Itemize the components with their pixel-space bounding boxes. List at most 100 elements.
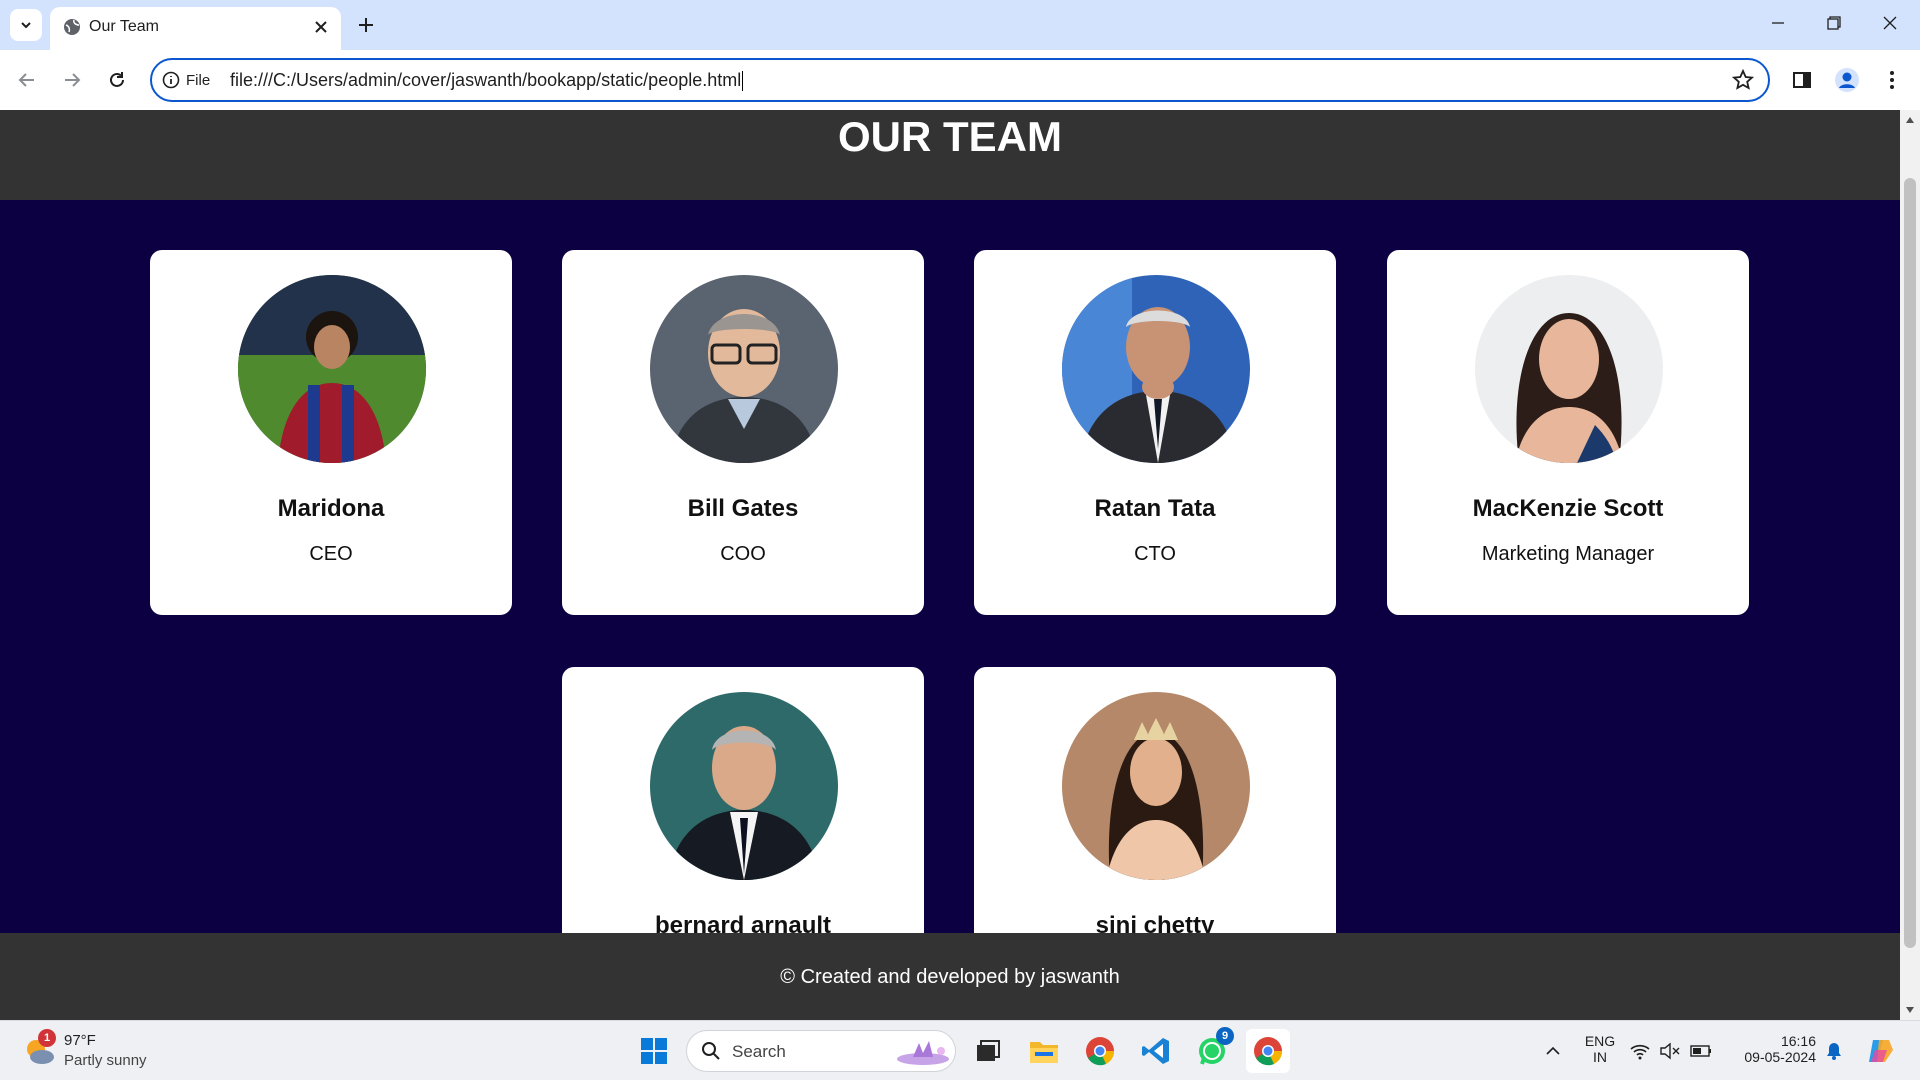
avatar-photo — [238, 275, 426, 463]
wifi-volume-battery-icon — [1630, 1042, 1711, 1060]
clock[interactable]: 16:16 09-05-2024 — [1730, 1033, 1816, 1065]
page-footer: © Created and developed by jaswanth — [0, 933, 1900, 1020]
copilot-icon — [1869, 1040, 1893, 1062]
task-view-icon — [977, 1040, 1000, 1061]
info-icon — [162, 71, 180, 89]
tab-title: Our Team — [89, 18, 159, 35]
whatsapp-badge: 9 — [1216, 1027, 1234, 1045]
page-viewport: OUR TEAM Maridona CEO Bill Gates COO Rat… — [0, 110, 1900, 1020]
avatar-photo — [650, 275, 838, 463]
scroll-down-icon[interactable] — [1905, 1006, 1915, 1014]
arrow-left-icon — [18, 73, 34, 87]
chrome-active-window-button[interactable] — [1246, 1029, 1290, 1073]
start-button[interactable] — [632, 1029, 676, 1073]
site-info-chip[interactable]: File — [162, 67, 210, 93]
task-view-button[interactable] — [966, 1029, 1010, 1073]
clock-time: 16:16 — [1780, 1033, 1816, 1049]
tab-our-team[interactable]: Our Team — [50, 7, 341, 50]
file-explorer-button[interactable] — [1022, 1029, 1066, 1073]
restore-button[interactable] — [1806, 0, 1862, 46]
side-panel-icon — [1793, 72, 1811, 88]
profile-button[interactable] — [1832, 65, 1862, 95]
vertical-scrollbar[interactable] — [1900, 110, 1920, 1020]
search-icon — [702, 1042, 720, 1060]
address-bar[interactable]: File file:///C:/Users/admin/cover/jaswan… — [150, 58, 1770, 102]
member-name: MacKenzie Scott — [1472, 495, 1664, 522]
forward-button[interactable] — [57, 65, 87, 95]
member-role: CTO — [1134, 543, 1176, 565]
team-card-mackenzie-scott: MacKenzie Scott Marketing Manager — [1387, 250, 1749, 615]
chevron-up-icon — [1546, 1046, 1560, 1055]
team-card-ratan-tata: Ratan Tata CTO — [974, 250, 1336, 615]
search-highlight-icon — [897, 1041, 949, 1065]
folder-icon — [1030, 1042, 1058, 1063]
whatsapp-button[interactable]: 9 — [1190, 1027, 1234, 1073]
language-code: ENG — [1584, 1033, 1616, 1049]
reload-icon — [110, 72, 124, 87]
site-info-label: File — [186, 71, 211, 89]
vscode-icon — [1142, 1038, 1169, 1064]
notifications-button[interactable] — [1814, 1029, 1854, 1073]
more-vert-icon — [1890, 71, 1894, 89]
browser-menu-button[interactable] — [1877, 65, 1907, 95]
member-name: Ratan Tata — [1094, 495, 1216, 522]
copilot-button[interactable] — [1858, 1029, 1902, 1073]
reload-button[interactable] — [102, 65, 132, 95]
member-name: Bill Gates — [687, 495, 799, 522]
close-tab-icon[interactable] — [309, 15, 333, 39]
taskbar-search[interactable]: Search — [686, 1030, 956, 1072]
avatar-photo — [1062, 275, 1250, 463]
chrome-icon — [1254, 1037, 1283, 1066]
member-role: CEO — [309, 543, 353, 565]
scroll-up-icon[interactable] — [1905, 116, 1915, 124]
quick-settings-button[interactable] — [1628, 1029, 1720, 1073]
language-indicator[interactable]: ENG IN — [1578, 1033, 1622, 1065]
restore-icon — [1827, 16, 1841, 30]
member-name: Maridona — [277, 495, 385, 522]
close-window-button[interactable] — [1862, 0, 1918, 46]
team-card-bill-gates: Bill Gates COO — [562, 250, 924, 615]
taskbar: 1 97°F Partly sunny Search 9 ENG IN 16:1… — [0, 1020, 1920, 1080]
avatar-photo — [1062, 692, 1250, 880]
weather-temperature: 97°F — [64, 1032, 96, 1049]
footer-credit: © Created and developed by jaswanth — [780, 966, 1120, 988]
chevron-down-icon — [21, 22, 31, 29]
browser-window: Our Team File file:///C:/Users/admin/cov… — [0, 0, 1920, 1020]
show-hidden-icons-button[interactable] — [1531, 1029, 1575, 1073]
weather-widget[interactable]: 1 97°F Partly sunny — [22, 1029, 182, 1073]
page-header: OUR TEAM — [0, 110, 1900, 200]
browser-toolbar: File file:///C:/Users/admin/cover/jaswan… — [0, 50, 1920, 110]
search-label: Search — [732, 1042, 786, 1061]
close-icon — [1883, 16, 1897, 30]
tab-search-button[interactable] — [10, 9, 42, 41]
avatar-photo — [650, 692, 838, 880]
minimize-icon — [1772, 22, 1784, 24]
url-text[interactable]: file:///C:/Users/admin/cover/jaswanth/bo… — [230, 70, 744, 92]
bell-icon — [1827, 1043, 1841, 1060]
arrow-right-icon — [65, 73, 81, 87]
minimize-button[interactable] — [1750, 0, 1806, 46]
bookmark-star-button[interactable] — [1731, 68, 1755, 96]
chrome-taskbar-button[interactable] — [1078, 1029, 1122, 1073]
scrollbar-thumb[interactable] — [1904, 178, 1916, 948]
tab-strip: Our Team — [0, 0, 1920, 50]
plus-icon — [359, 18, 373, 32]
vscode-button[interactable] — [1134, 1029, 1178, 1073]
clock-date: 09-05-2024 — [1744, 1049, 1816, 1065]
star-icon — [1731, 68, 1755, 90]
windows-icon — [641, 1038, 667, 1064]
back-button[interactable] — [12, 65, 42, 95]
profile-icon — [1835, 68, 1859, 92]
side-panel-button[interactable] — [1787, 65, 1817, 95]
new-tab-button[interactable] — [352, 11, 380, 39]
weather-condition: Partly sunny — [64, 1052, 147, 1069]
avatar-photo — [1475, 275, 1663, 463]
member-role: COO — [720, 543, 766, 565]
chrome-icon — [1086, 1037, 1115, 1066]
region-code: IN — [1593, 1049, 1607, 1065]
weather-alert-badge: 1 — [38, 1029, 56, 1047]
member-role: Marketing Manager — [1481, 543, 1655, 565]
team-card-maridona: Maridona CEO — [150, 250, 512, 615]
globe-icon — [64, 19, 80, 35]
page-title: OUR TEAM — [838, 113, 1062, 160]
